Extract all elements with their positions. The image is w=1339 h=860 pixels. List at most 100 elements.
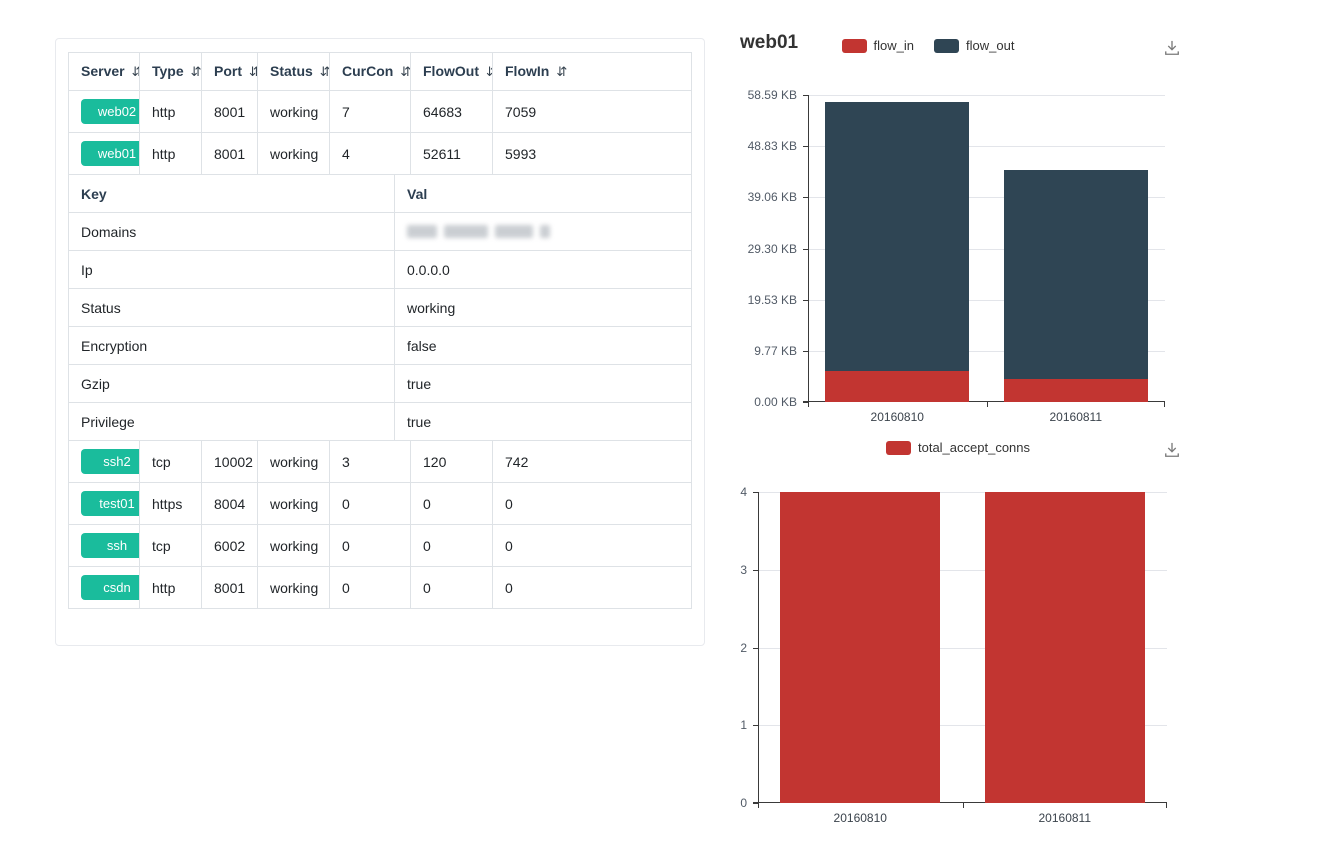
y-axis-tick xyxy=(803,146,808,147)
detail-key-cell: Ip xyxy=(69,251,395,289)
flowout-cell: 0 xyxy=(411,567,493,609)
detail-row: Privilegetrue xyxy=(69,403,692,441)
gridline xyxy=(808,95,1165,96)
column-header-label: FlowIn xyxy=(505,63,549,79)
server-cell: ssh2 xyxy=(69,441,140,483)
server-badge-web02[interactable]: web02 xyxy=(81,99,140,125)
y-axis-label: 0 xyxy=(725,796,747,810)
status-cell: working xyxy=(258,567,330,609)
sort-icon: ⇵ xyxy=(191,64,202,79)
detail-val-cell: true xyxy=(395,365,692,403)
sort-icon: ⇵ xyxy=(486,64,493,79)
port-cell: 6002 xyxy=(202,525,258,567)
status-cell: working xyxy=(258,483,330,525)
detail-row: Ip0.0.0.0 xyxy=(69,251,692,289)
type-cell: http xyxy=(140,133,202,175)
sort-icon: ⇵ xyxy=(249,64,258,79)
column-header-label: CurCon xyxy=(342,63,393,79)
status-cell: working xyxy=(258,91,330,133)
server-badge-test01[interactable]: test01 xyxy=(81,491,140,517)
detail-key-cell: Gzip xyxy=(69,365,395,403)
server-detail-table: KeyValDomainsIp0.0.0.0StatusworkingEncry… xyxy=(68,174,692,441)
server-cell: csdn xyxy=(69,567,140,609)
y-axis-tick xyxy=(803,300,808,301)
column-header-port[interactable]: Port⇵ xyxy=(202,53,258,91)
column-header-flowout[interactable]: FlowOut⇵ xyxy=(411,53,493,91)
bar-flow_in-20160810 xyxy=(825,371,969,402)
type-cell: http xyxy=(140,567,202,609)
server-cell: ssh xyxy=(69,525,140,567)
curcon-cell: 7 xyxy=(330,91,411,133)
y-axis-label: 9.77 KB xyxy=(727,344,797,358)
detail-row: Gziptrue xyxy=(69,365,692,403)
flowin-cell: 5993 xyxy=(493,133,692,175)
domains-value-redacted xyxy=(407,225,550,238)
y-axis-tick xyxy=(803,351,808,352)
bar-total_accept_conns-20160811 xyxy=(985,492,1145,803)
y-axis-tick xyxy=(803,197,808,198)
legend-item-flow_in[interactable]: flow_in xyxy=(842,38,914,53)
flow-chart: web01flow_inflow_out0.00 KB9.77 KB19.53 … xyxy=(730,30,1186,432)
curcon-cell: 3 xyxy=(330,441,411,483)
bar-flow_in-20160811 xyxy=(1004,379,1148,402)
server-badge-web01[interactable]: web01 xyxy=(81,141,140,167)
curcon-cell: 0 xyxy=(330,567,411,609)
column-header-label: Server xyxy=(81,63,125,79)
detail-val-cell: false xyxy=(395,327,692,365)
table-row[interactable]: ssh2tcp10002working3120742 xyxy=(69,441,692,483)
sort-icon: ⇵ xyxy=(556,64,567,79)
server-badge-ssh[interactable]: ssh xyxy=(81,533,140,559)
legend-item-total_accept_conns[interactable]: total_accept_conns xyxy=(886,440,1030,455)
curcon-cell: 0 xyxy=(330,525,411,567)
type-cell: tcp xyxy=(140,441,202,483)
table-row[interactable]: test01https8004working000 xyxy=(69,483,692,525)
column-header-status[interactable]: Status⇵ xyxy=(258,53,330,91)
y-axis-label: 3 xyxy=(725,563,747,577)
status-cell: working xyxy=(258,525,330,567)
legend-label: total_accept_conns xyxy=(918,440,1030,455)
flowout-cell: 120 xyxy=(411,441,493,483)
x-axis-label: 20160810 xyxy=(837,410,957,424)
column-header-curcon[interactable]: CurCon ⇵ xyxy=(330,53,411,91)
flowout-cell: 64683 xyxy=(411,91,493,133)
y-axis-line xyxy=(808,95,809,402)
column-header-type[interactable]: Type⇵ xyxy=(140,53,202,91)
flowin-cell: 0 xyxy=(493,567,692,609)
column-header-flowin[interactable]: FlowIn ⇵ xyxy=(493,53,692,91)
legend-item-flow_out[interactable]: flow_out xyxy=(934,38,1014,53)
sort-icon: ⇵ xyxy=(320,64,330,79)
legend-swatch xyxy=(886,441,911,455)
bar-flow_out-20160811 xyxy=(1004,170,1148,379)
x-axis-tick xyxy=(1164,402,1165,407)
table-row[interactable]: web01http8001working4526115993 xyxy=(69,133,692,175)
detail-val-cell xyxy=(395,213,692,251)
y-axis-tick xyxy=(803,249,808,250)
x-axis-tick xyxy=(987,402,988,407)
y-axis-tick xyxy=(753,648,758,649)
curcon-cell: 4 xyxy=(330,133,411,175)
table-row[interactable]: sshtcp6002working000 xyxy=(69,525,692,567)
sort-icon: ⇵ xyxy=(400,64,410,79)
detail-header-row: KeyVal xyxy=(69,175,692,213)
port-cell: 10002 xyxy=(202,441,258,483)
port-cell: 8001 xyxy=(202,91,258,133)
type-cell: https xyxy=(140,483,202,525)
download-icon[interactable] xyxy=(1162,440,1182,460)
table-row[interactable]: web02http8001working7646837059 xyxy=(69,91,692,133)
server-badge-csdn[interactable]: csdn xyxy=(81,575,140,601)
status-cell: working xyxy=(258,441,330,483)
download-icon[interactable] xyxy=(1162,38,1182,58)
status-cell: working xyxy=(258,133,330,175)
table-row[interactable]: csdnhttp8001working000 xyxy=(69,567,692,609)
flowin-cell: 0 xyxy=(493,483,692,525)
detail-key-header: Key xyxy=(69,175,395,213)
column-header-server[interactable]: Server⇵ xyxy=(69,53,140,91)
detail-row: Statusworking xyxy=(69,289,692,327)
x-axis-tick xyxy=(963,803,964,808)
server-cell: web02 xyxy=(69,91,140,133)
detail-key-cell: Status xyxy=(69,289,395,327)
port-cell: 8001 xyxy=(202,133,258,175)
chart-legend: total_accept_conns xyxy=(730,440,1186,455)
server-badge-ssh2[interactable]: ssh2 xyxy=(81,449,140,475)
y-axis-label: 2 xyxy=(725,641,747,655)
